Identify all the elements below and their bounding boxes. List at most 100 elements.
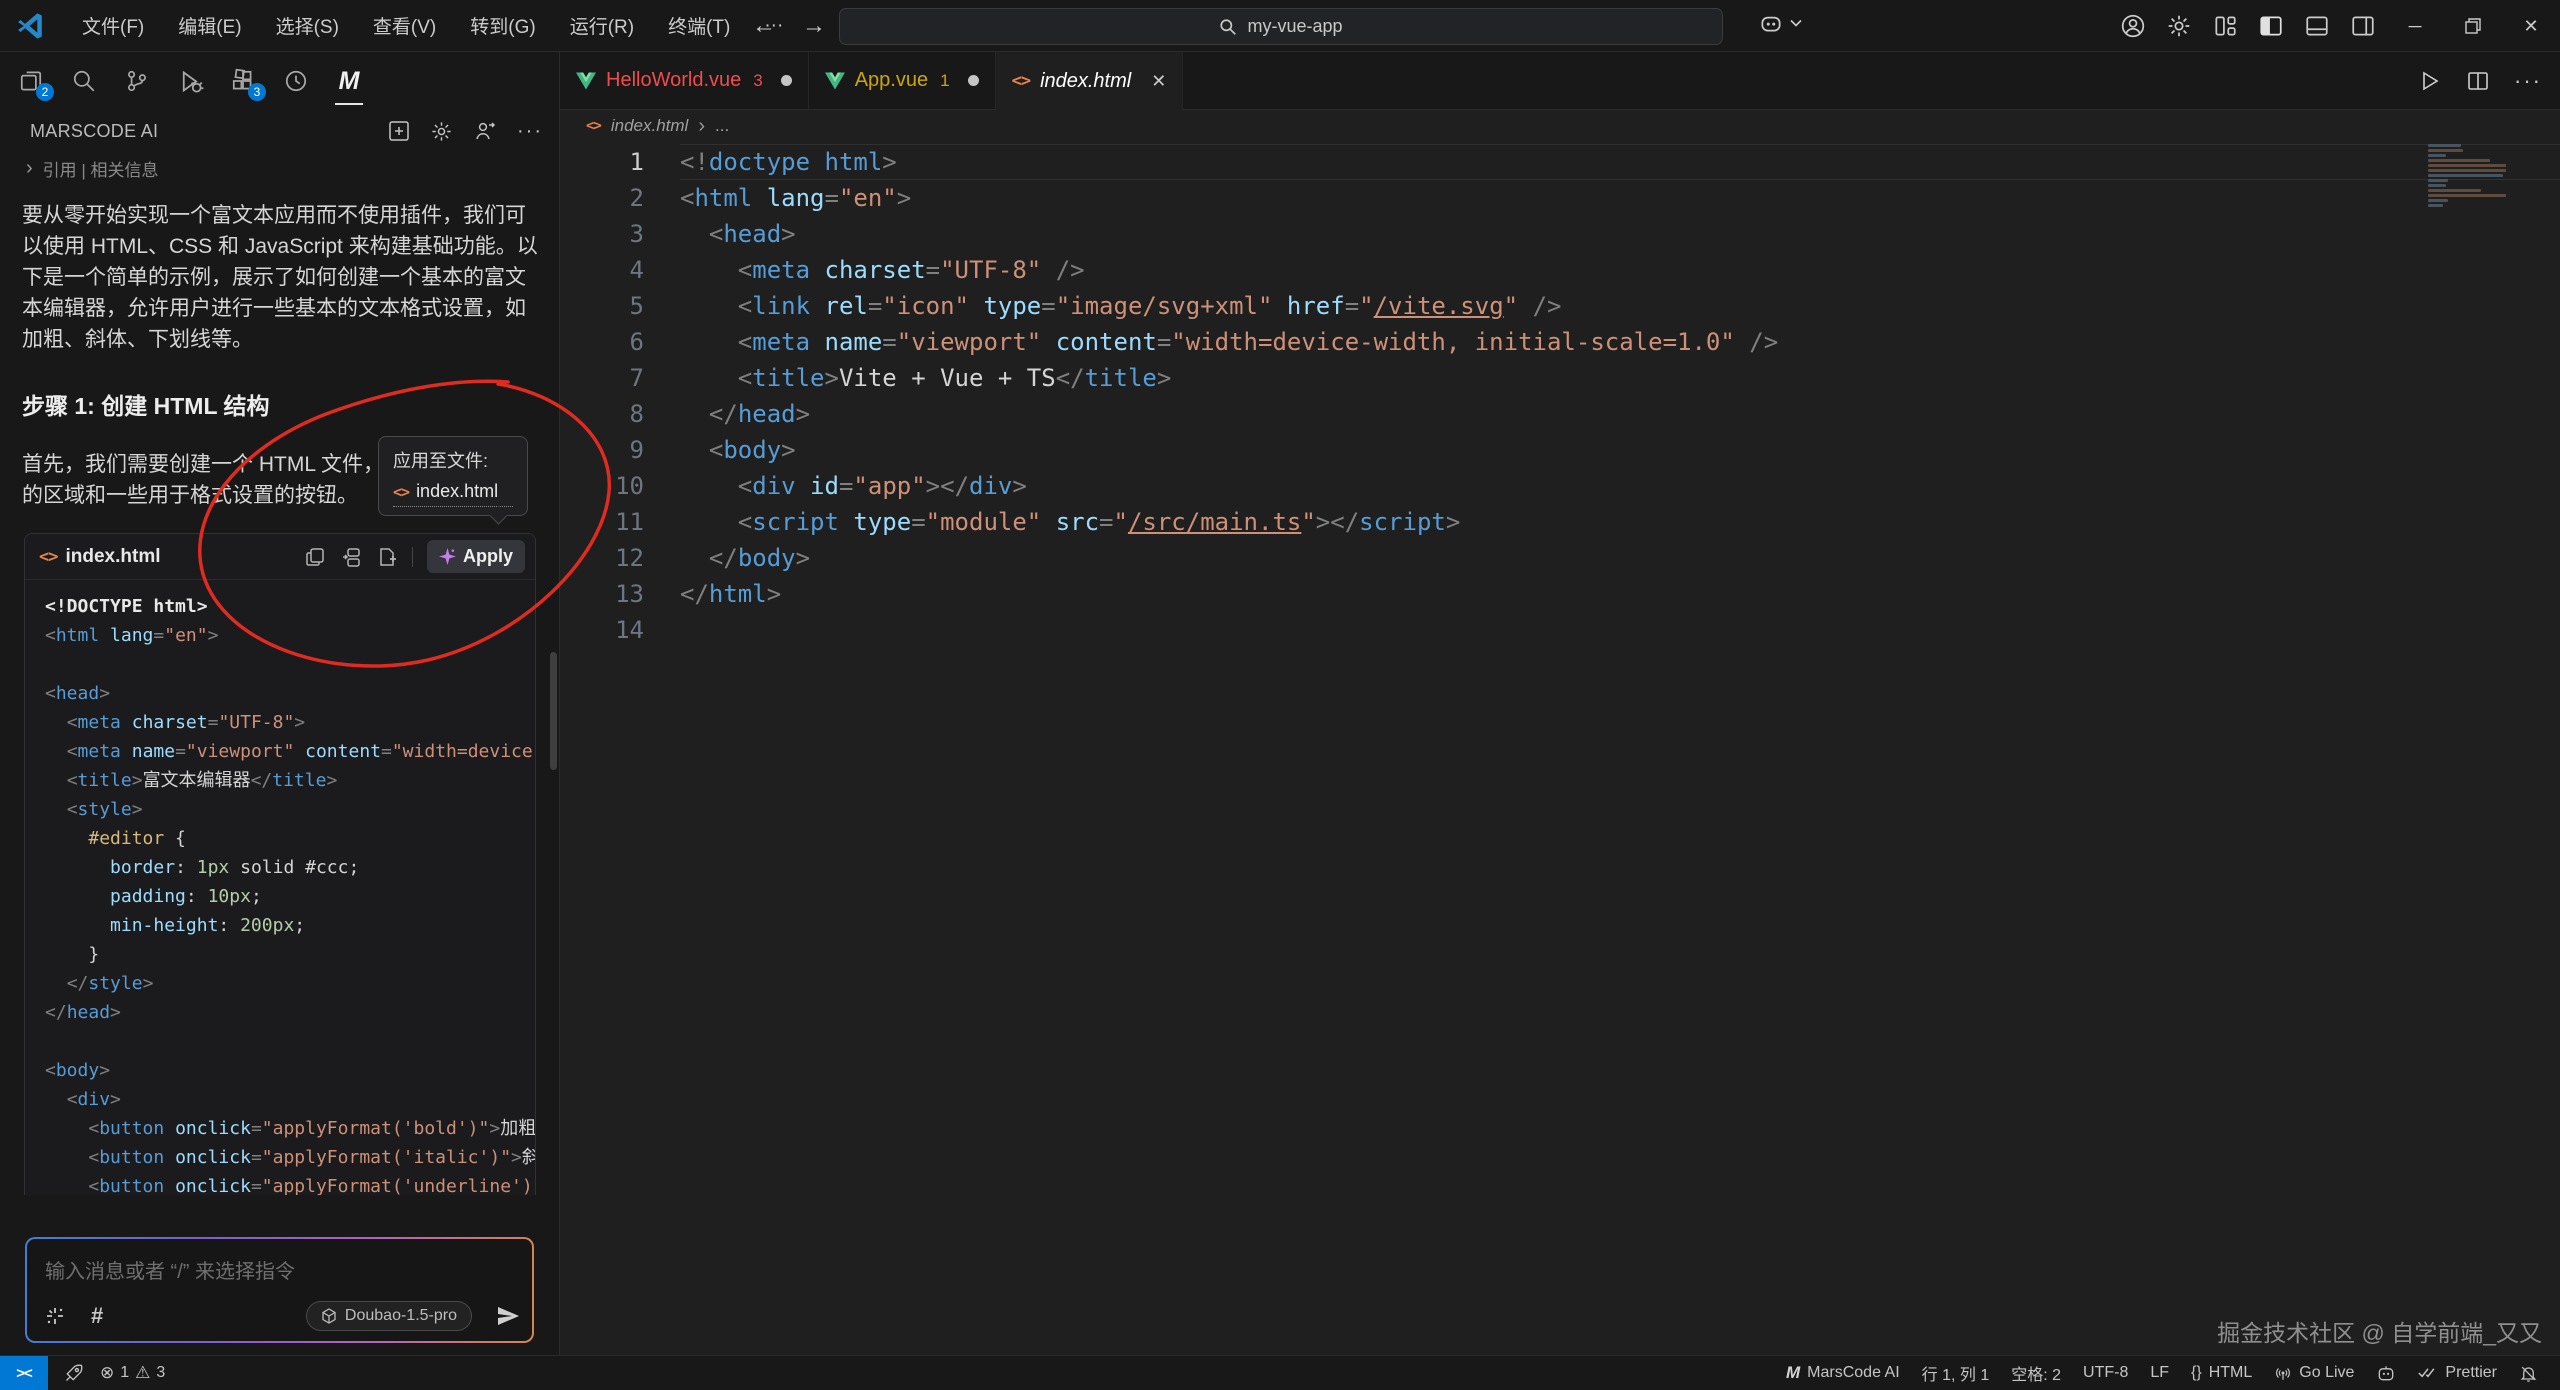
code-line: <meta name="viewport" content="width=dev…: [680, 324, 2560, 360]
tab-helloworld-vue[interactable]: HelloWorld.vue 3: [560, 52, 809, 109]
robot-icon[interactable]: [2376, 1363, 2396, 1383]
double-check-icon: [2418, 1366, 2438, 1380]
close-tab-icon[interactable]: ✕: [1151, 71, 1166, 92]
tab-index-html[interactable]: <> index.html ✕: [996, 52, 1184, 110]
cursor-position[interactable]: 行 1, 列 1: [1922, 1361, 1990, 1385]
chat-input-toolbar: # Doubao-1.5-pro: [43, 1301, 520, 1331]
code-editor[interactable]: 1234567891011121314 <!doctype html><html…: [560, 142, 2560, 648]
sidebar-item-search[interactable]: [65, 59, 103, 103]
menu-item[interactable]: 编辑(E): [164, 7, 255, 44]
vue-icon: [576, 72, 596, 90]
toggle-panel-icon[interactable]: [2294, 0, 2340, 52]
html-file-icon: <>: [393, 483, 409, 501]
prettier-label: Prettier: [2445, 1364, 2497, 1382]
panel-settings-gear-icon[interactable]: [430, 120, 453, 143]
remote-indicator[interactable]: ><: [0, 1356, 48, 1390]
chat-input-box[interactable]: 输入消息或者 “/” 来选择指令 # Doubao-1.5-pro: [25, 1237, 534, 1343]
code-line: <!doctype html>: [680, 144, 2560, 180]
menu-item[interactable]: 查看(V): [359, 7, 450, 44]
restore-button[interactable]: [2444, 0, 2502, 52]
account-icon[interactable]: [2110, 0, 2156, 52]
marscode-m-icon: M: [339, 67, 360, 96]
sidebar-item-source-control[interactable]: [118, 59, 156, 103]
code-line: </style>: [45, 969, 535, 998]
send-icon[interactable]: [496, 1304, 520, 1328]
eol-sequence[interactable]: LF: [2150, 1364, 2169, 1382]
sidebar-item-marscode-ai[interactable]: M: [330, 59, 368, 103]
customize-layout-icon[interactable]: [2202, 0, 2248, 52]
rocket-icon[interactable]: [64, 1363, 84, 1383]
vscode-logo-icon: [16, 11, 46, 41]
sidebar-item-extensions[interactable]: 3: [224, 59, 262, 103]
ai-message-paragraph: 要从零开始实现一个富文本应用而不使用插件，我们可以使用 HTML、CSS 和 J…: [22, 200, 539, 355]
menu-item[interactable]: 运行(R): [556, 7, 648, 44]
sidebar-scrollbar[interactable]: [550, 652, 557, 770]
statusbar-marscode[interactable]: M MarsCode AI: [1786, 1363, 1900, 1383]
copy-icon[interactable]: [304, 546, 326, 568]
apply-button[interactable]: Apply: [427, 540, 525, 573]
status-bar: >< ⊗ 1 ⚠ 3 M MarsCode AI 行 1, 列 1 空格: 2 …: [0, 1355, 2560, 1390]
code-line: #editor {: [45, 824, 535, 853]
dirty-dot-icon[interactable]: [968, 75, 979, 86]
toggle-secondary-sidebar-icon[interactable]: [2340, 0, 2386, 52]
minimap-line: [2428, 174, 2503, 177]
code-line: [680, 612, 2560, 648]
breadcrumb[interactable]: <> index.html › ...: [560, 110, 2560, 142]
dirty-dot-icon[interactable]: [781, 75, 792, 86]
notifications-muted-bell-icon[interactable]: [2519, 1364, 2538, 1383]
skills-sparkle-icon[interactable]: [43, 1304, 67, 1328]
ai-panel-header: MARSCODE AI ···: [0, 110, 559, 152]
model-selector[interactable]: Doubao-1.5-pro: [306, 1301, 472, 1331]
new-file-icon[interactable]: [376, 546, 398, 568]
feedback-user-icon[interactable]: [473, 119, 497, 143]
tab-label: index.html: [1040, 70, 1131, 93]
search-icon: [1219, 18, 1237, 36]
copilot-menu[interactable]: [1758, 10, 1802, 36]
code-line: min-height: 200px;: [45, 911, 535, 940]
more-actions-icon[interactable]: ···: [2514, 68, 2542, 94]
sidebar-item-timeline[interactable]: [277, 59, 315, 103]
line-number: 11: [560, 504, 644, 540]
menu-bar: 文件(F)编辑(E)选择(S)查看(V)转到(G)运行(R)终端(T)···: [68, 7, 797, 44]
context-hash-icon[interactable]: #: [91, 1303, 103, 1329]
go-live-button[interactable]: Go Live: [2274, 1364, 2354, 1382]
references-collapse-row[interactable]: › 引用 | 相关信息: [0, 152, 559, 184]
split-editor-icon[interactable]: [2466, 69, 2490, 93]
menu-item[interactable]: 终端(T): [654, 7, 744, 44]
new-chat-icon[interactable]: [388, 120, 410, 142]
menu-item[interactable]: 文件(F): [68, 7, 158, 44]
toggle-sidebar-icon[interactable]: [2248, 0, 2294, 52]
line-number: 12: [560, 540, 644, 576]
statusbar-right: M MarsCode AI 行 1, 列 1 空格: 2 UTF-8 LF {}…: [1786, 1361, 2560, 1385]
language-mode[interactable]: {} HTML: [2191, 1364, 2252, 1382]
run-file-icon[interactable]: [2418, 69, 2442, 93]
encoding[interactable]: UTF-8: [2083, 1364, 2128, 1382]
code-card-filename: index.html: [65, 546, 160, 568]
settings-gear-icon[interactable]: [2156, 0, 2202, 52]
minimap[interactable]: [2428, 144, 2512, 214]
indentation[interactable]: 空格: 2: [2011, 1361, 2061, 1385]
back-arrow-icon[interactable]: ←: [752, 12, 776, 40]
line-number: 9: [560, 432, 644, 468]
tooltip-filename: index.html: [416, 481, 498, 502]
code-line: <link rel="icon" type="image/svg+xml" hr…: [680, 288, 2560, 324]
minimize-button[interactable]: ─: [2386, 0, 2444, 52]
marscode-m-icon: M: [1786, 1363, 1800, 1383]
prettier-status[interactable]: Prettier: [2418, 1364, 2497, 1382]
sidebar-item-run-debug[interactable]: [171, 59, 209, 103]
menu-item[interactable]: 选择(S): [262, 7, 353, 44]
sidebar-item-explorer[interactable]: 2: [12, 59, 50, 103]
forward-arrow-icon[interactable]: →: [802, 12, 826, 40]
insert-code-icon[interactable]: [340, 546, 362, 568]
command-center-search[interactable]: my-vue-app: [839, 8, 1723, 45]
code-line: </html>: [680, 576, 2560, 612]
code-line: <button onclick="applyFormat('bold')">加粗…: [45, 1114, 535, 1143]
menu-item[interactable]: 转到(G): [456, 7, 549, 44]
model-name: Doubao-1.5-pro: [345, 1307, 457, 1325]
tab-app-vue[interactable]: App.vue 1: [809, 52, 996, 109]
more-actions-icon[interactable]: ···: [517, 120, 543, 143]
problems-indicator[interactable]: ⊗ 1 ⚠ 3: [100, 1363, 165, 1383]
titlebar-right: ─ ✕: [2110, 0, 2560, 52]
close-button[interactable]: ✕: [2502, 0, 2560, 52]
html-file-icon: <>: [1012, 71, 1030, 91]
